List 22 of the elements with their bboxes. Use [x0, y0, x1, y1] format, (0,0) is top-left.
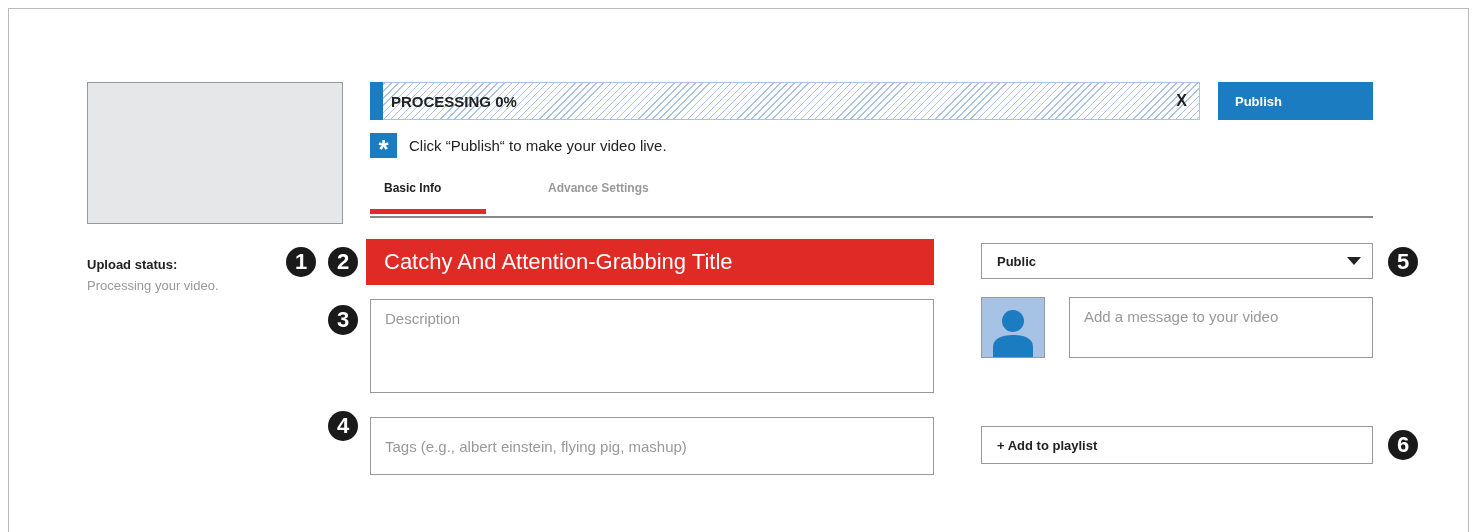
avatar-icon: [981, 297, 1045, 358]
asterisk-icon: *: [370, 133, 397, 158]
upload-status-text: Processing your video.: [87, 278, 220, 293]
caret-icon: [1347, 257, 1361, 265]
privacy-dropdown[interactable]: Public: [981, 243, 1373, 279]
description-field[interactable]: Description: [370, 299, 934, 393]
close-button[interactable]: X: [1176, 92, 1187, 110]
tags-field[interactable]: Tags (e.g., albert einstein, flying pig, mashup): [370, 417, 934, 475]
step-marker: 4: [328, 411, 358, 441]
message-field[interactable]: Add a message to your video: [1069, 297, 1373, 358]
step-marker: 1: [286, 247, 316, 277]
add-to-playlist-button[interactable]: + Add to playlist: [981, 426, 1373, 464]
step-marker: 6: [1388, 430, 1418, 460]
notice-text: Click “Publish“ to make your video live.: [409, 137, 667, 154]
step-marker: 5: [1388, 247, 1418, 277]
upload-status-label: Upload status:: [87, 257, 179, 272]
step-marker: 3: [328, 305, 358, 335]
step-marker: 2: [328, 247, 358, 277]
tab[interactable]: Basic Info: [370, 172, 486, 214]
title-field[interactable]: Catchy And Attention-Grabbing Title: [366, 239, 934, 285]
publish-button[interactable]: Publish: [1218, 82, 1373, 120]
progress-label: PROCESSING 0%: [391, 92, 517, 110]
